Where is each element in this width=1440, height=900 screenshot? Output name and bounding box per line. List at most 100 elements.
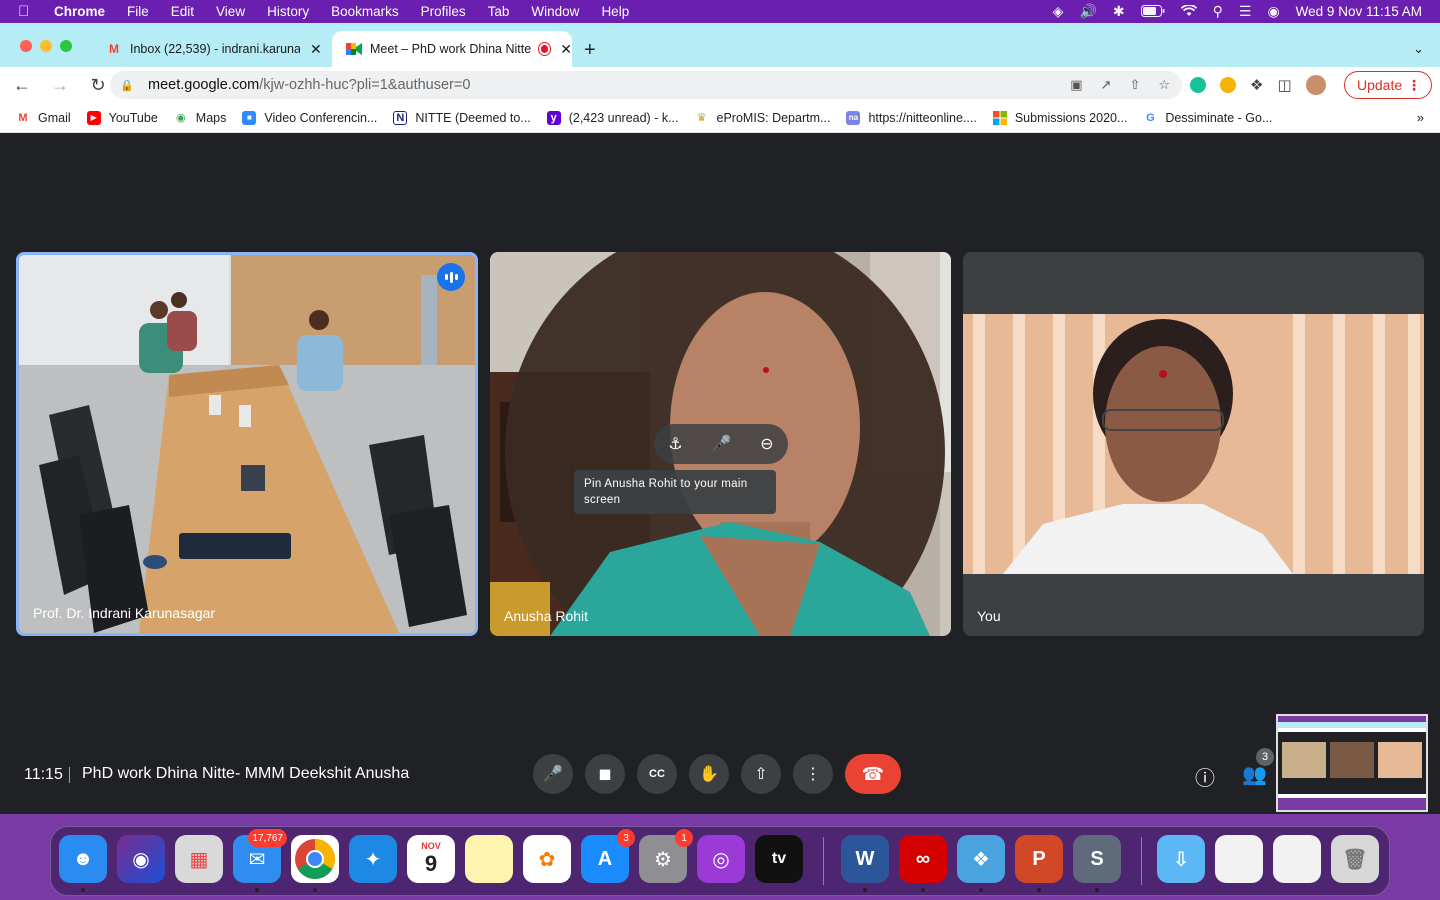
more-vertical-icon: ⋮	[805, 766, 821, 783]
bookmark-epromis[interactable]: ♛ eProMIS: Departm...	[695, 111, 831, 125]
calendar-icon[interactable]: NOV 9	[407, 835, 455, 883]
menu-view[interactable]: View	[216, 4, 245, 19]
downloads-folder-icon[interactable]: ⇩	[1157, 835, 1205, 883]
lock-icon[interactable]: 🔒	[120, 79, 134, 92]
surfshark-icon[interactable]: S	[1073, 835, 1121, 892]
more-bookmarks-chevron-icon[interactable]: »	[1417, 110, 1424, 125]
drive-extension-icon[interactable]	[1220, 77, 1236, 93]
spotlight-search-icon[interactable]: ⚲	[1213, 3, 1223, 20]
leave-call-button[interactable]: ☎	[845, 754, 901, 794]
volume-icon[interactable]: 🔊	[1079, 3, 1096, 20]
document-thumbnail-icon[interactable]	[1273, 835, 1321, 883]
participant-name: Prof. Dr. Indrani Karunasagar	[33, 605, 216, 621]
bluetooth-icon[interactable]: ✱	[1113, 3, 1125, 20]
gmail-icon: M	[109, 42, 119, 56]
captions-button[interactable]: CC	[637, 754, 677, 794]
speaking-indicator-icon	[437, 263, 465, 291]
menu-bookmarks[interactable]: Bookmarks	[331, 4, 399, 19]
bookmark-maps[interactable]: ◉ Maps	[174, 111, 226, 125]
bookmark-dessiminate[interactable]: G Dessiminate - Go...	[1143, 111, 1272, 125]
menu-kebab-icon[interactable]: ⋮	[1407, 77, 1421, 94]
siri-icon[interactable]: ◉	[117, 835, 165, 883]
microphone-toggle-button[interactable]: 🎤	[533, 754, 573, 794]
close-tab-icon[interactable]: ✕	[310, 41, 322, 58]
acrobat-icon[interactable]: ∞	[899, 835, 947, 892]
bookmark-gmail[interactable]: M Gmail	[16, 111, 70, 125]
remove-participant-icon[interactable]: ⊖	[760, 434, 773, 454]
battery-icon[interactable]	[1140, 4, 1165, 20]
menu-file[interactable]: File	[127, 4, 149, 19]
tab-title: Meet – PhD work Dhina Nitte	[370, 42, 532, 56]
new-tab-plus-icon[interactable]: +	[584, 39, 596, 62]
menu-window[interactable]: Window	[531, 4, 579, 19]
notes-icon[interactable]	[465, 835, 513, 883]
zoom-window-button[interactable]	[60, 40, 72, 52]
window-controls	[20, 40, 72, 52]
menu-help[interactable]: Help	[601, 4, 629, 19]
menu-profiles[interactable]: Profiles	[421, 4, 466, 19]
launchpad-icon[interactable]: ▦	[175, 835, 223, 883]
bookmark-youtube[interactable]: ▶ YouTube	[86, 110, 158, 125]
surfshark-status-icon[interactable]: ◈	[1053, 3, 1064, 20]
bookmark-submissions[interactable]: Submissions 2020...	[992, 110, 1127, 125]
more-options-button[interactable]: ⋮	[793, 754, 833, 794]
mail-icon[interactable]: ✉ 17,767	[233, 829, 287, 892]
siri-status-icon[interactable]: ◉	[1267, 3, 1279, 20]
participant-tile-anusha[interactable]: ⚓ 🎤 ⊖ Pin Anusha Rohit to your main scre…	[490, 252, 951, 636]
tab-search-chevron-icon[interactable]: ⌄	[1413, 41, 1424, 57]
bookmark-zoom[interactable]: ■ Video Conferencin...	[242, 110, 377, 125]
participant-tile-indrani[interactable]: Prof. Dr. Indrani Karunasagar	[16, 252, 478, 636]
profile-avatar[interactable]	[1305, 75, 1326, 95]
word-icon[interactable]: W	[841, 835, 889, 892]
app-store-icon[interactable]: A3	[581, 829, 635, 883]
finder-icon[interactable]: ☻	[59, 835, 107, 892]
maps-icon: ◉	[175, 112, 186, 124]
powerpoint-icon[interactable]: P	[1015, 835, 1063, 892]
menu-history[interactable]: History	[267, 4, 309, 19]
menu-app[interactable]: Chrome	[54, 4, 105, 19]
podcasts-icon[interactable]: ◎	[697, 835, 745, 883]
present-screen-button[interactable]: ⇧	[741, 754, 781, 794]
bookmark-star-icon[interactable]: ☆	[1158, 77, 1170, 93]
grammarly-extension-icon[interactable]	[1190, 77, 1206, 93]
close-tab-icon[interactable]: ✕	[560, 41, 572, 58]
bird-app-icon[interactable]: ❖	[957, 835, 1005, 892]
menubar-clock[interactable]: Wed 9 Nov 11:15 AM	[1296, 4, 1422, 19]
forward-arrow-icon[interactable]: →	[44, 75, 76, 96]
minimize-window-button[interactable]	[40, 40, 52, 52]
trash-icon[interactable]: 🗑	[1331, 835, 1379, 883]
share-icon[interactable]: ⇧	[1129, 77, 1140, 93]
bookmark-yahoo-mail[interactable]: y (2,423 unread) - k...	[546, 110, 679, 125]
system-preferences-icon[interactable]: ⚙ 1	[639, 829, 693, 883]
bookmark-nitte[interactable]: N NITTE (Deemed to...	[393, 110, 531, 125]
tab-gmail-inbox[interactable]: M Inbox (22,539) - indrani.karunasagar ✕	[92, 31, 332, 67]
participant-name: Anusha Rohit	[504, 608, 589, 624]
microphone-icon[interactable]: 🎤	[711, 434, 731, 454]
document-thumbnail-icon[interactable]	[1215, 835, 1263, 883]
side-panel-icon[interactable]: ◫	[1277, 76, 1291, 94]
safari-icon[interactable]: ✦	[349, 835, 397, 883]
address-bar[interactable]: 🔒 meet.google.com/kjw-ozhh-huc?pli=1&aut…	[110, 71, 1182, 99]
menu-tab[interactable]: Tab	[488, 4, 510, 19]
wifi-icon[interactable]	[1180, 3, 1197, 20]
apple-menu-icon[interactable]: 	[18, 3, 36, 20]
extensions-puzzle-icon[interactable]: ❖	[1250, 76, 1263, 94]
chrome-icon[interactable]	[291, 835, 339, 892]
camera-in-use-icon[interactable]: ▣	[1070, 77, 1082, 93]
participant-tile-you[interactable]: You	[963, 252, 1424, 636]
menu-edit[interactable]: Edit	[171, 4, 194, 19]
open-external-icon[interactable]: ↗	[1101, 77, 1112, 93]
bookmark-nitteonline[interactable]: na https://nitteonline....	[846, 110, 977, 125]
back-arrow-icon[interactable]: ←	[6, 75, 38, 96]
close-window-button[interactable]	[20, 40, 32, 52]
apple-tv-icon[interactable]: tv	[755, 835, 803, 883]
dock-separator	[823, 837, 824, 885]
meeting-details-info-icon[interactable]: ⓘ	[1195, 762, 1215, 791]
photos-icon[interactable]: ✿	[523, 835, 571, 883]
control-center-icon[interactable]: ☰	[1239, 3, 1252, 20]
pin-icon[interactable]: ⚓	[668, 434, 682, 454]
raise-hand-button[interactable]: ✋	[689, 754, 729, 794]
camera-toggle-button[interactable]: ◼	[585, 754, 625, 794]
tab-google-meet[interactable]: Meet – PhD work Dhina Nitte ✕	[332, 31, 572, 67]
update-button[interactable]: Update ⋮	[1344, 71, 1432, 99]
